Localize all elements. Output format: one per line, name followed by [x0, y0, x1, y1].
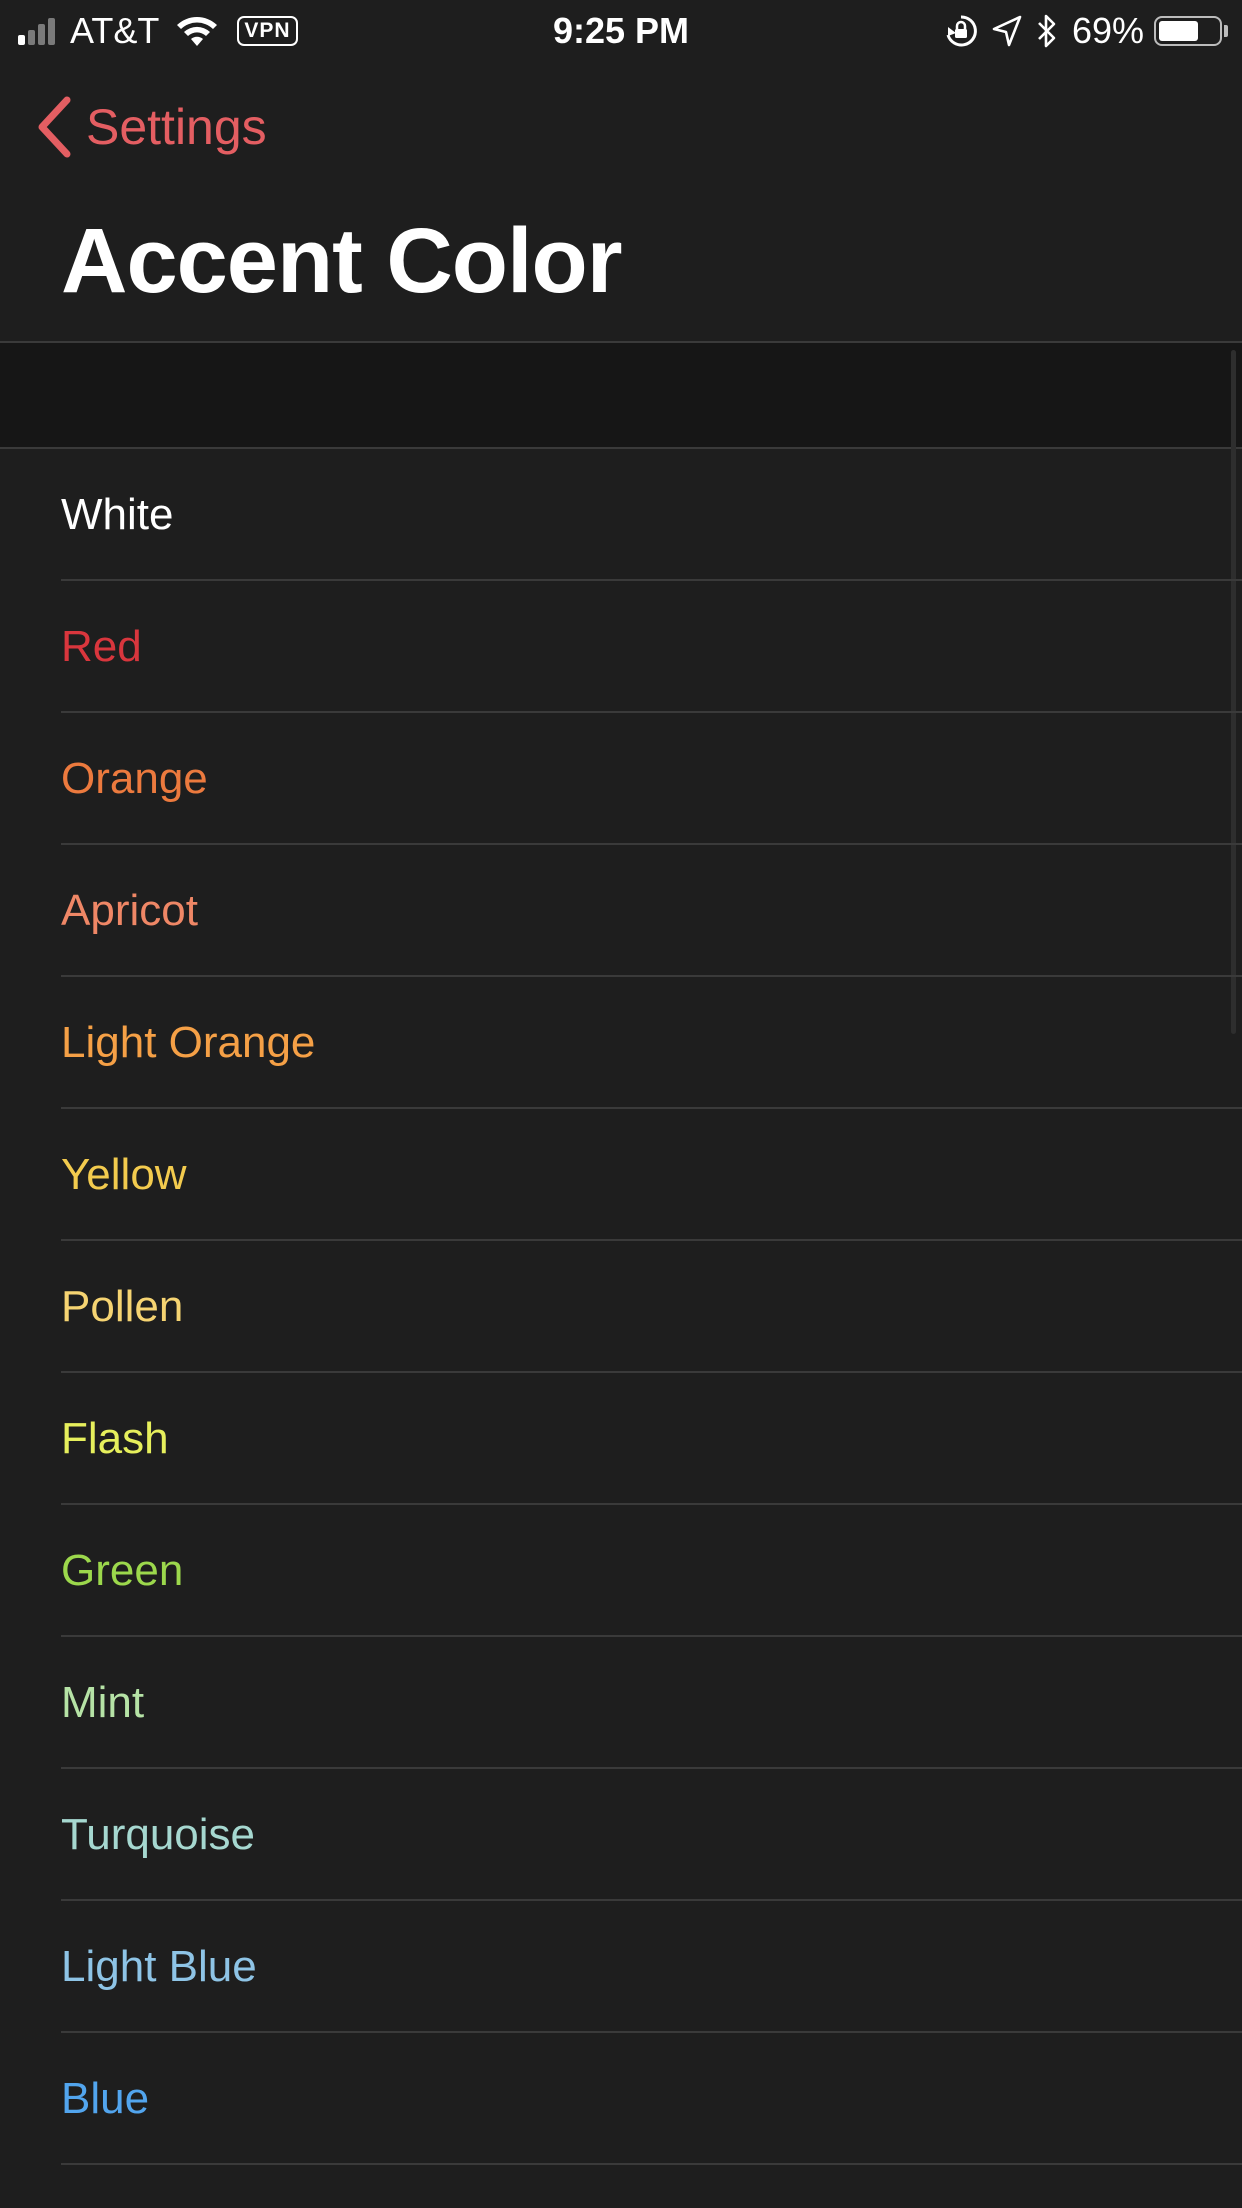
status-bar: AT&T VPN 9:25 PM 69% — [0, 0, 1242, 62]
location-arrow-icon — [992, 15, 1022, 47]
rotation-lock-icon — [946, 15, 977, 47]
battery-percent: 69% — [1071, 10, 1144, 51]
color-option-label: Orange — [61, 754, 208, 803]
color-option-label: Turquoise — [61, 1810, 256, 1859]
color-option-label: Mint — [61, 1678, 145, 1727]
section-header-gap — [0, 343, 1242, 447]
color-option-blue[interactable]: Blue — [0, 2033, 1242, 2165]
color-option-label: Green — [61, 1546, 184, 1595]
color-option-orange[interactable]: Orange — [0, 713, 1242, 845]
color-option-flash[interactable]: Flash — [0, 1373, 1242, 1505]
color-option-mint[interactable]: Mint — [0, 1637, 1242, 1769]
color-option-green[interactable]: Green — [0, 1505, 1242, 1637]
accent-color-list: White Red Orange Apricot Light Orange Yellow P… — [0, 449, 1242, 2165]
back-button-label: Settings — [86, 99, 267, 155]
back-button[interactable]: Settings — [36, 95, 267, 159]
battery-icon — [1154, 16, 1222, 46]
status-bar-right: 69% — [930, 8, 1228, 54]
color-option-turquoise[interactable]: Turquoise — [0, 1769, 1242, 1901]
accent-color-screen: AT&T VPN 9:25 PM 69% Settings Accent Col… — [0, 0, 1242, 2208]
color-option-label: Yellow — [61, 1150, 187, 1199]
color-option-pollen[interactable]: Pollen — [0, 1241, 1242, 1373]
color-option-label: Pollen — [61, 1282, 184, 1331]
color-option-white[interactable]: White — [0, 449, 1242, 581]
color-option-apricot[interactable]: Apricot — [0, 845, 1242, 977]
color-option-label: Light Orange — [61, 1018, 316, 1067]
color-option-red[interactable]: Red — [0, 581, 1242, 713]
color-option-label: Flash — [61, 1414, 169, 1463]
color-option-label: Blue — [61, 2074, 150, 2123]
page-title: Accent Color — [61, 210, 623, 312]
color-option-label: Light Blue — [61, 1942, 257, 1991]
color-option-label: Red — [61, 622, 142, 671]
color-option-label: Apricot — [61, 886, 198, 935]
color-option-label: White — [61, 490, 174, 539]
color-option-light-orange[interactable]: Light Orange — [0, 977, 1242, 1109]
color-option-yellow[interactable]: Yellow — [0, 1109, 1242, 1241]
color-option-light-blue[interactable]: Light Blue — [0, 1901, 1242, 2033]
bluetooth-icon — [1038, 14, 1056, 48]
chevron-left-icon — [38, 96, 71, 158]
